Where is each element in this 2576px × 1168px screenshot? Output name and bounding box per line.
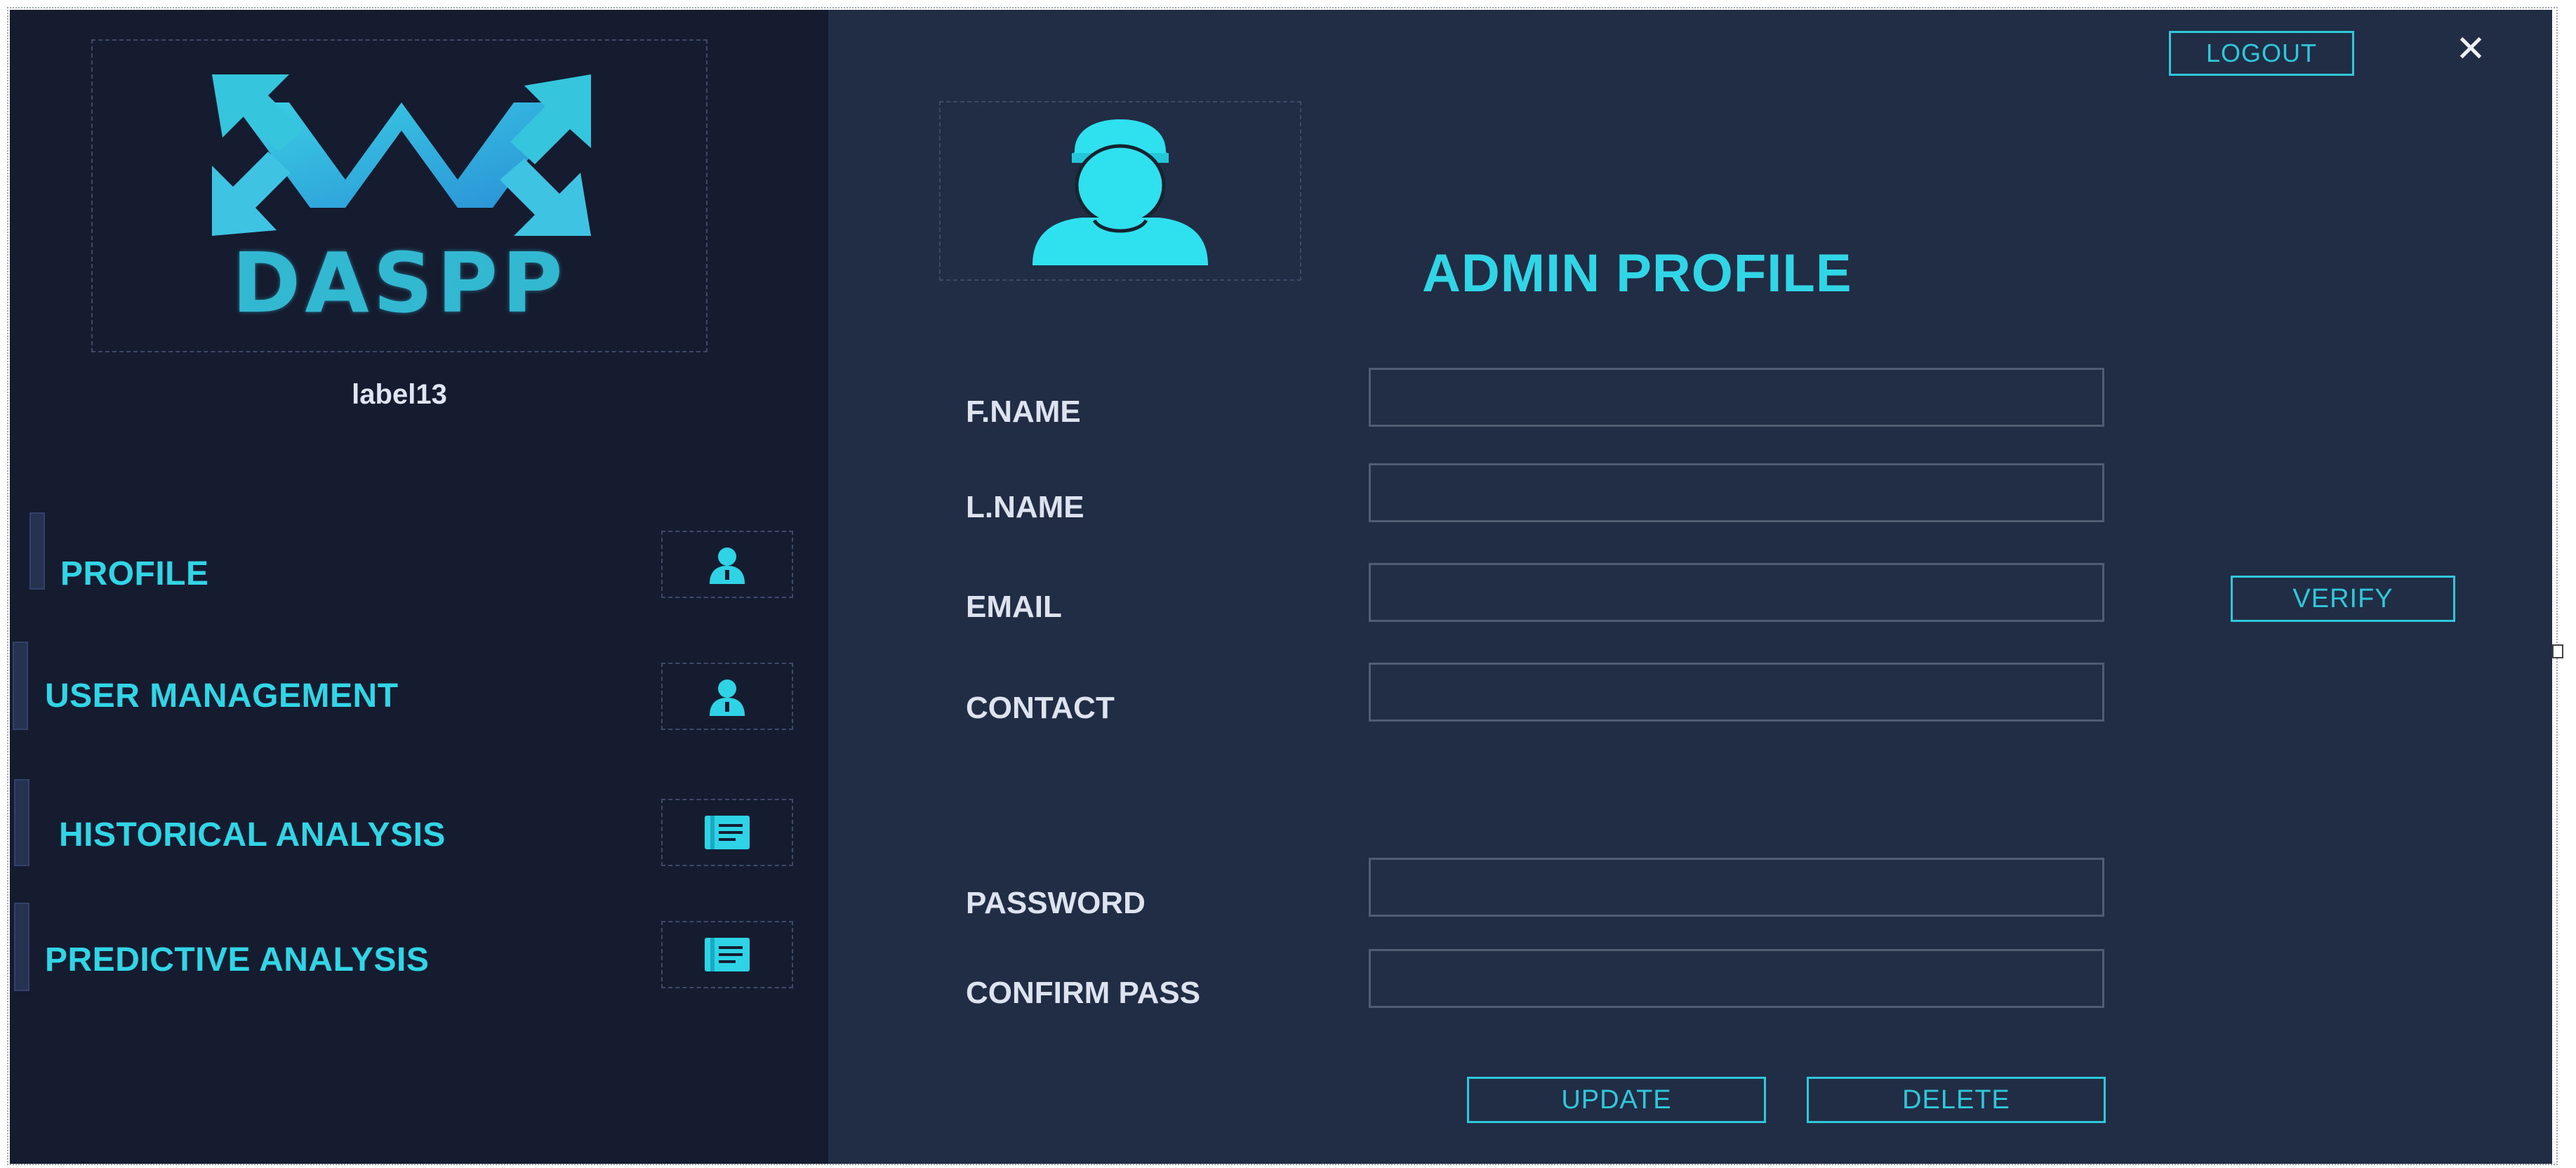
document-icon[interactable] <box>661 921 793 988</box>
nav-marker <box>14 903 29 991</box>
logo-box: DASPP <box>91 39 708 352</box>
nav-marker <box>13 642 28 730</box>
application-window: DASPP label13 PROFILE USER MANAGEMENT HI… <box>0 0 2576 1168</box>
first-name-label: F.NAME <box>966 394 1081 429</box>
password-input[interactable] <box>1369 858 2104 917</box>
document-icon[interactable] <box>661 799 793 866</box>
confirm-password-label: CONFIRM PASS <box>966 976 1201 1010</box>
nav-marker <box>29 512 45 590</box>
password-label: PASSWORD <box>966 886 1146 920</box>
user-avatar-icon <box>1033 119 1208 265</box>
update-button[interactable]: UPDATE <box>1467 1077 1766 1123</box>
logout-button[interactable]: LOGOUT <box>2169 31 2354 76</box>
sidebar: DASPP label13 PROFILE USER MANAGEMENT HI… <box>10 10 828 1164</box>
logo-text: DASPP <box>232 234 567 331</box>
email-label: EMAIL <box>966 590 1062 624</box>
avatar-box <box>939 101 1301 281</box>
delete-button[interactable]: DELETE <box>1807 1077 2106 1123</box>
user-icon[interactable] <box>661 663 793 730</box>
user-name-label: label13 <box>352 379 447 410</box>
sidebar-item-label: PREDICTIVE ANALYSIS <box>45 941 430 978</box>
close-icon[interactable]: ✕ <box>2450 28 2492 70</box>
page-title: ADMIN PROFILE <box>1422 244 1852 303</box>
user-icon[interactable] <box>661 531 793 598</box>
verify-button[interactable]: VERIFY <box>2231 576 2455 622</box>
sidebar-item-label: HISTORICAL ANALYSIS <box>59 816 446 854</box>
email-input[interactable] <box>1369 563 2104 622</box>
sidebar-item-label: PROFILE <box>60 555 209 592</box>
sidebar-item-label: USER MANAGEMENT <box>45 677 399 715</box>
first-name-input[interactable] <box>1369 368 2104 427</box>
logo-icon <box>212 74 591 236</box>
contact-label: CONTACT <box>966 691 1115 725</box>
nav-marker <box>14 779 29 866</box>
last-name-input[interactable] <box>1369 463 2104 522</box>
resize-handle[interactable] <box>2552 644 2563 658</box>
last-name-label: L.NAME <box>966 490 1084 524</box>
confirm-password-input[interactable] <box>1369 949 2104 1008</box>
contact-input[interactable] <box>1369 663 2104 722</box>
